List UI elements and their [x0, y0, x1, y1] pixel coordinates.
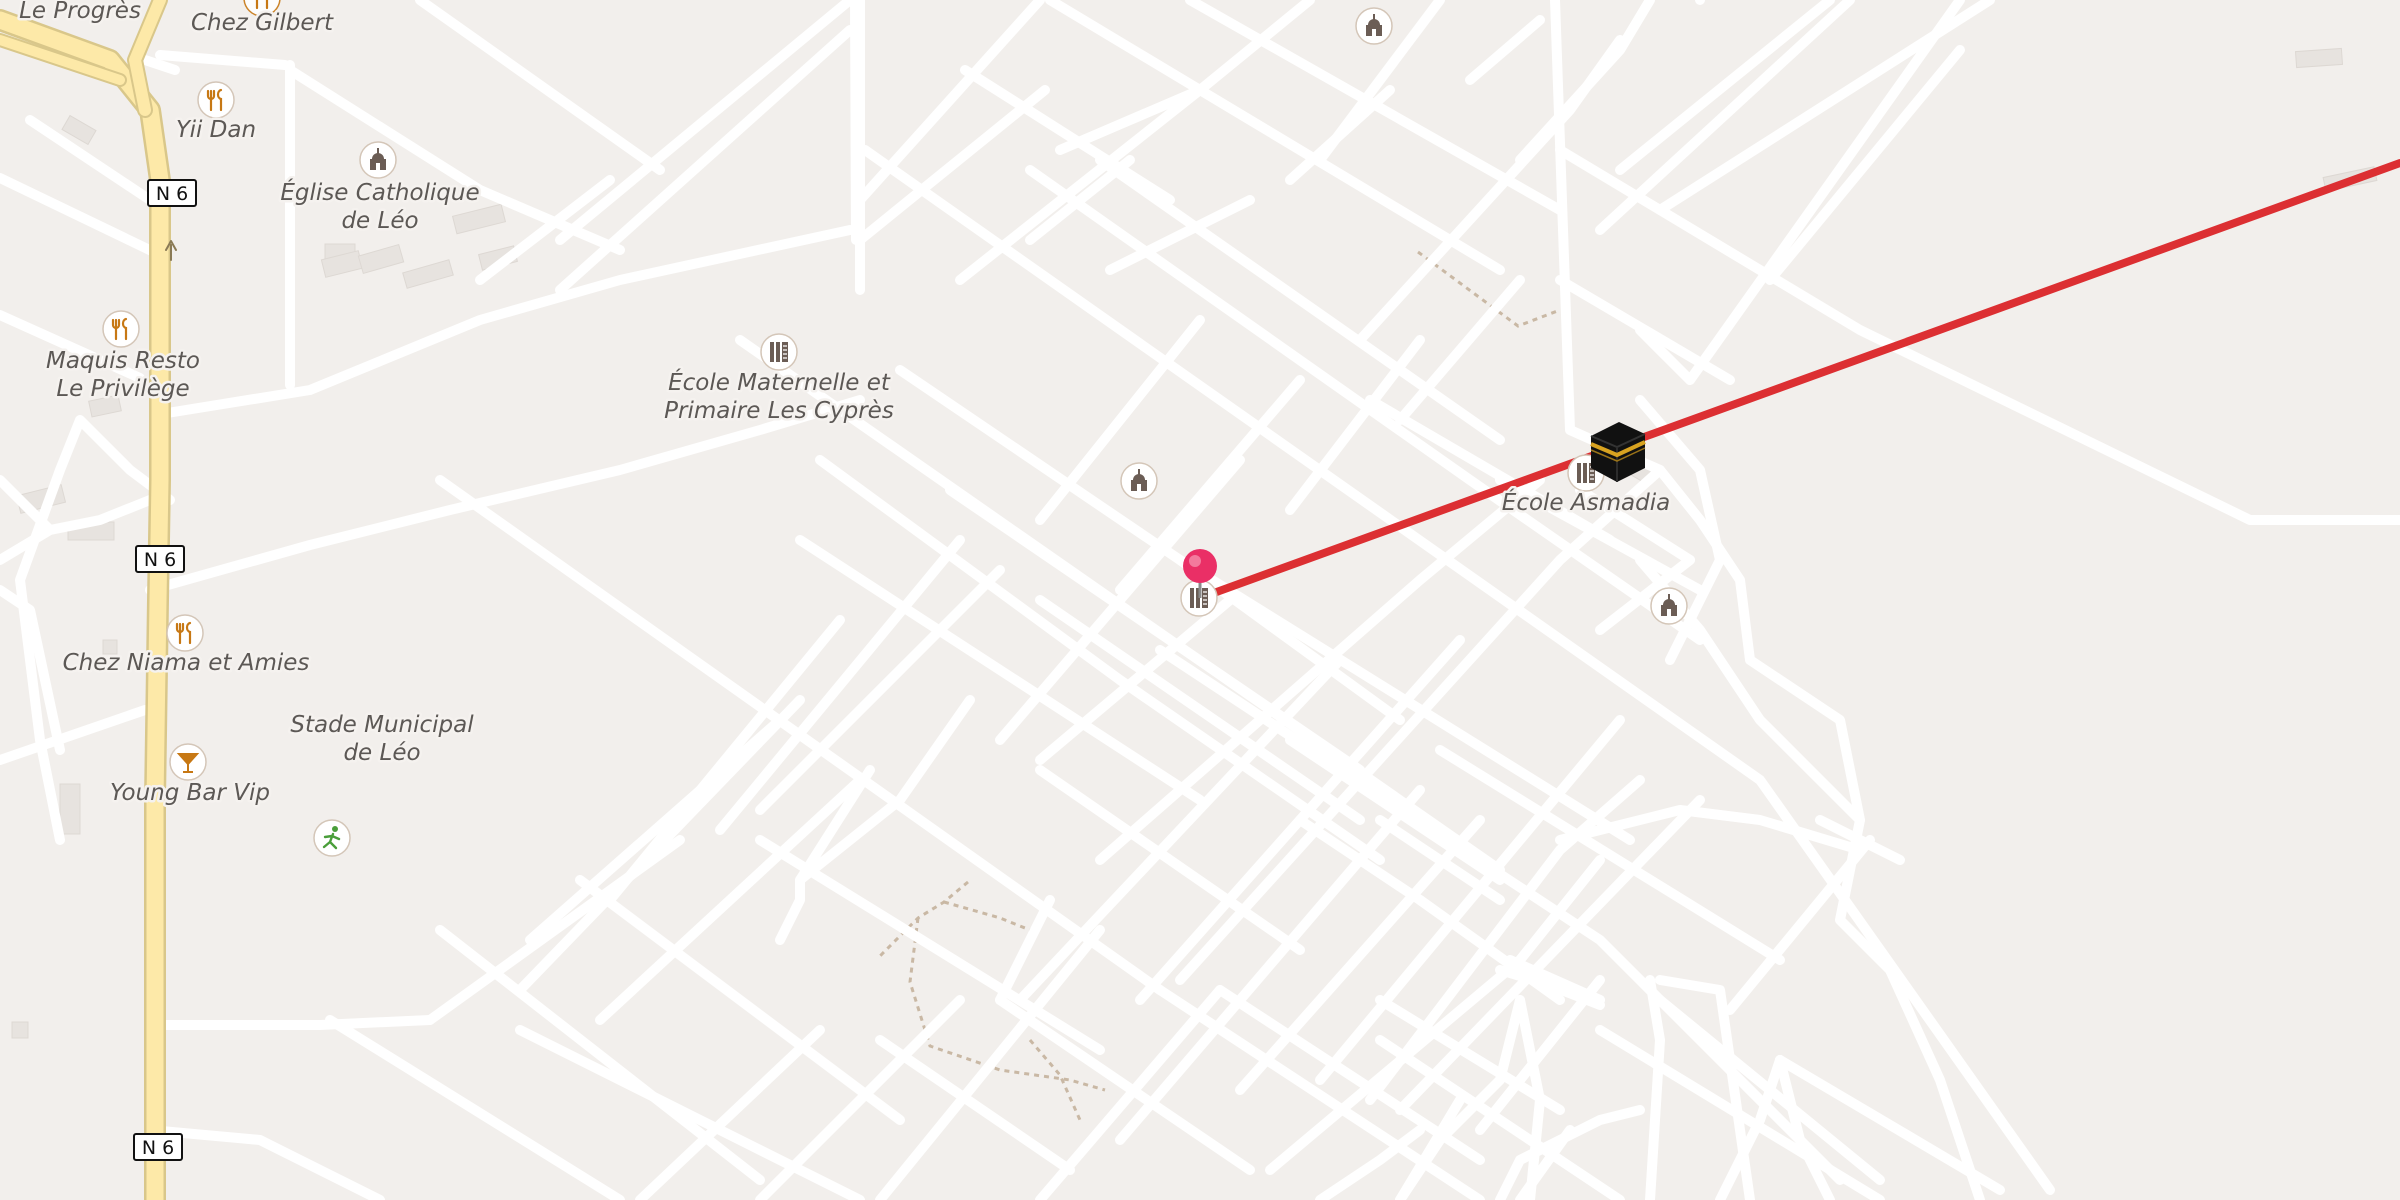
road-shield: N 6: [133, 1133, 183, 1161]
svg-text:N 6: N 6: [142, 1137, 174, 1159]
poi-label-eglise-line1: Église Catholique: [280, 178, 479, 206]
poi-label-stade-line1: Stade Municipal: [290, 712, 474, 738]
restaurant-icon[interactable]: [102, 310, 140, 348]
poi-label-chez-gilbert: Chez Gilbert: [191, 10, 334, 36]
poi-label-young-bar: Young Bar Vip: [110, 780, 270, 806]
bar-icon[interactable]: [169, 743, 207, 781]
poi-label-ecole-maternelle-line1: École Maternelle et: [668, 368, 891, 396]
restaurant-icon[interactable]: [197, 81, 235, 119]
place-of-worship-icon[interactable]: [359, 141, 397, 179]
poi-label-ecole-maternelle-line2: Primaire Les Cyprès: [664, 398, 894, 424]
road-shield: N 6: [135, 545, 185, 573]
place-of-worship-icon[interactable]: [1120, 462, 1158, 500]
poi-label-eglise-line2: de Léo: [341, 208, 418, 234]
school-icon[interactable]: [760, 333, 798, 371]
poi-label-le-progres: Le Progrès: [19, 0, 141, 24]
road-shield: N 6: [147, 179, 197, 207]
svg-text:N 6: N 6: [156, 183, 188, 205]
poi-label-maquis-line1: Maquis Resto: [46, 348, 200, 374]
restaurant-icon[interactable]: [166, 614, 204, 652]
poi-label-ecole-asmadia: École Asmadia: [1502, 488, 1670, 516]
poi-label-stade-line2: de Léo: [343, 740, 420, 766]
svg-text:N 6: N 6: [144, 549, 176, 571]
place-of-worship-icon[interactable]: [1650, 587, 1688, 625]
place-of-worship-icon[interactable]: [1355, 7, 1393, 45]
poi-label-chez-niama: Chez Niama et Amies: [63, 650, 310, 676]
poi-label-maquis-line2: Le Privilège: [56, 376, 189, 402]
map-canvas[interactable]: N 6 N 6 N 6 Le Progrès Chez Gilbert Yii …: [0, 0, 2400, 1200]
sports-icon[interactable]: [313, 819, 351, 857]
poi-label-yii-dan: Yii Dan: [176, 117, 256, 143]
